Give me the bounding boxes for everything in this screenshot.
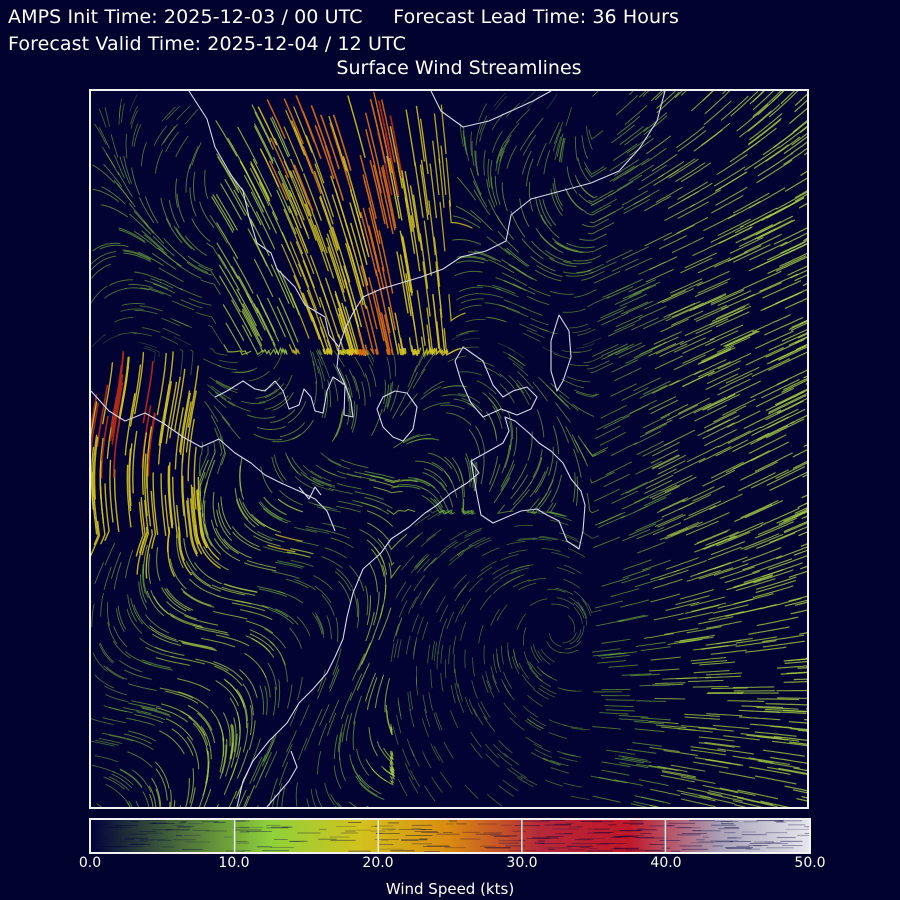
streamline xyxy=(605,699,635,701)
wind-streamline-map xyxy=(89,89,809,809)
colorbar-tick-50: 50.0 xyxy=(794,855,826,871)
lead-time-text: Forecast Lead Time: 36 Hours xyxy=(393,6,680,28)
valid-time-text: Forecast Valid Time: 2025-12-04 / 12 UTC xyxy=(8,33,406,55)
colorbar-tick-40: 40.0 xyxy=(650,855,682,871)
streamline xyxy=(639,684,670,687)
streamline xyxy=(692,685,729,688)
streamline xyxy=(711,687,748,690)
colorbar-tick-10: 10.0 xyxy=(218,855,250,871)
colorbar-tick-20: 20.0 xyxy=(362,855,394,871)
map-canvas xyxy=(91,91,807,807)
colorbar-tick-0: 0.0 xyxy=(78,855,102,871)
init-lead-time-line: AMPS Init Time: 2025-12-03 / 00 UTC Fore… xyxy=(8,6,679,28)
colorbar-tick-30: 30.0 xyxy=(506,855,538,871)
streamline xyxy=(756,698,800,701)
colorbar-canvas xyxy=(91,820,809,852)
streamline xyxy=(777,697,807,699)
map-background xyxy=(91,91,807,807)
streamline xyxy=(732,686,775,689)
wind-speed-colorbar xyxy=(89,818,811,854)
colorbar-gradient xyxy=(91,820,809,852)
streamline xyxy=(635,700,667,702)
map-title: Surface Wind Streamlines xyxy=(336,57,582,79)
streamline xyxy=(654,697,686,700)
colorbar-label: Wind Speed (kts) xyxy=(385,880,515,898)
init-time-text: AMPS Init Time: 2025-12-03 / 00 UTC xyxy=(8,6,363,28)
streamline xyxy=(727,700,765,702)
